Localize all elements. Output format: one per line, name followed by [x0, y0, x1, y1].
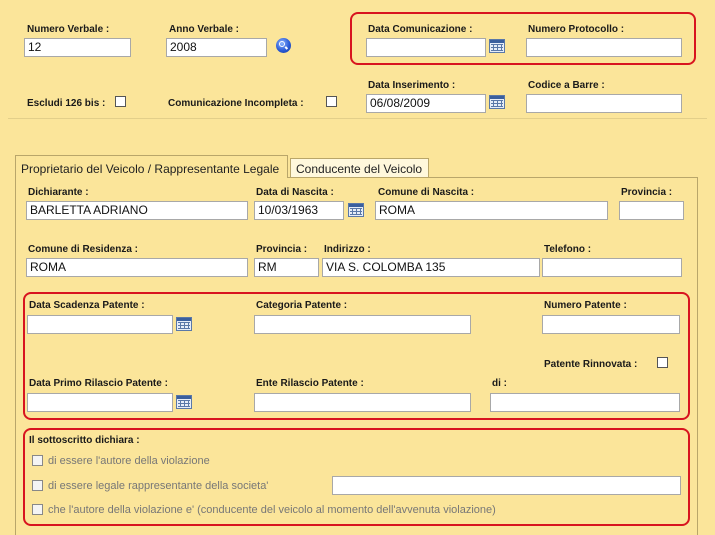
ente-rilascio-input[interactable] [254, 393, 471, 412]
numero-patente-label: Numero Patente : [544, 300, 627, 311]
comunicazione-incompleta-checkbox[interactable] [326, 96, 337, 107]
societa-input[interactable] [332, 476, 681, 495]
dichiara-title: Il sottoscritto dichiara : [29, 435, 140, 446]
comune-nascita-label: Comune di Nascita : [378, 187, 475, 198]
tab-proprietario[interactable]: Proprietario del Veicolo / Rappresentant… [15, 155, 288, 178]
option-legale-label: di essere legale rappresentante della so… [48, 480, 269, 492]
provincia-residenza-input[interactable]: RM [254, 258, 319, 277]
provincia-residenza-label: Provincia : [256, 244, 308, 255]
di-input[interactable] [490, 393, 680, 412]
numero-verbale-label: Numero Verbale : [27, 24, 110, 35]
telefono-label: Telefono : [544, 244, 592, 255]
provincia-nascita-input[interactable] [619, 201, 684, 220]
data-primo-rilascio-input[interactable] [27, 393, 173, 412]
anno-verbale-label: Anno Verbale : [169, 24, 240, 35]
codice-a-barre-label: Codice a Barre : [528, 80, 605, 91]
panel-left-border [15, 177, 16, 535]
search-icon[interactable] [276, 38, 291, 53]
categoria-patente-input[interactable] [254, 315, 471, 334]
numero-patente-input[interactable] [542, 315, 680, 334]
divider [8, 118, 707, 119]
di-label: di : [492, 378, 507, 389]
numero-verbale-input[interactable]: 12 [24, 38, 131, 57]
comunicazione-incompleta-label: Comunicazione Incompleta : [168, 98, 304, 109]
patente-rinnovata-label: Patente Rinnovata : [544, 359, 638, 370]
categoria-patente-label: Categoria Patente : [256, 300, 348, 311]
indirizzo-label: Indirizzo : [324, 244, 371, 255]
telefono-input[interactable] [542, 258, 682, 277]
patente-rinnovata-checkbox[interactable] [657, 357, 668, 368]
panel-top-border [288, 177, 698, 178]
comune-nascita-input[interactable]: ROMA [375, 201, 608, 220]
calendar-icon[interactable] [348, 203, 364, 217]
option-autore-label: di essere l'autore della violazione [48, 455, 210, 467]
option-legale-checkbox[interactable] [32, 480, 43, 491]
comune-residenza-label: Comune di Residenza : [28, 244, 139, 255]
calendar-icon[interactable] [176, 317, 192, 331]
panel-right-border [697, 177, 698, 535]
tab-conducente[interactable]: Conducente del Veicolo [290, 158, 429, 177]
calendar-icon[interactable] [489, 95, 505, 109]
anno-verbale-input[interactable]: 2008 [166, 38, 267, 57]
calendar-icon[interactable] [176, 395, 192, 409]
dichiarante-label: Dichiarante : [28, 187, 89, 198]
dichiarante-input[interactable]: BARLETTA ADRIANO [26, 201, 248, 220]
escludi-126-bis-label: Escludi 126 bis : [27, 98, 106, 109]
data-scadenza-patente-label: Data Scadenza Patente : [29, 300, 145, 311]
data-inserimento-label: Data Inserimento : [368, 80, 456, 91]
data-scadenza-patente-input[interactable] [27, 315, 173, 334]
highlight-box [350, 12, 696, 65]
data-nascita-input[interactable]: 10/03/1963 [254, 201, 344, 220]
provincia-nascita-label: Provincia : [621, 187, 673, 198]
option-conducente-checkbox[interactable] [32, 504, 43, 515]
ente-rilascio-label: Ente Rilascio Patente : [256, 378, 364, 389]
codice-a-barre-input[interactable] [526, 94, 682, 113]
escludi-126-bis-checkbox[interactable] [115, 96, 126, 107]
comune-residenza-input[interactable]: ROMA [26, 258, 248, 277]
option-autore-checkbox[interactable] [32, 455, 43, 466]
indirizzo-input[interactable]: VIA S. COLOMBA 135 [322, 258, 540, 277]
data-inserimento-input[interactable]: 06/08/2009 [366, 94, 486, 113]
data-primo-rilascio-label: Data Primo Rilascio Patente : [29, 378, 168, 389]
option-conducente-label: che l'autore della violazione e' (conduc… [48, 504, 496, 516]
data-nascita-label: Data di Nascita : [256, 187, 334, 198]
